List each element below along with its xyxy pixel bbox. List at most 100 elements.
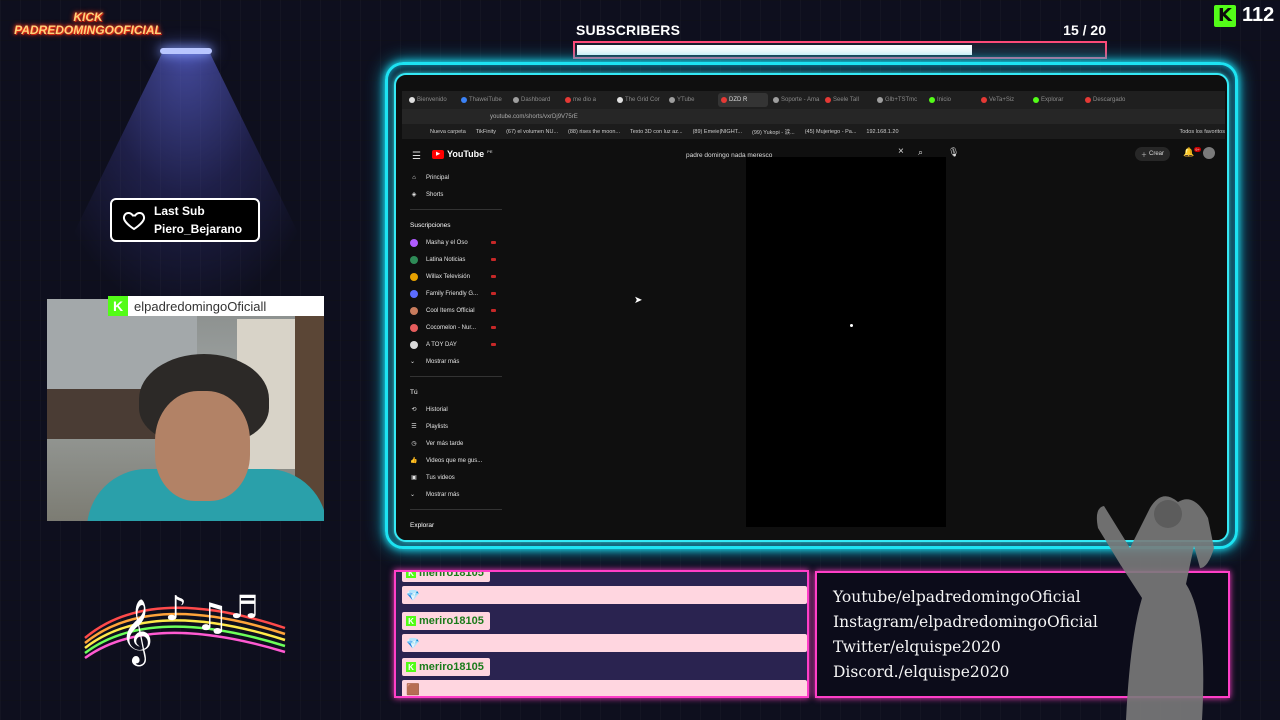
sidebar-item-you[interactable]: ⟲ Historial <box>410 401 502 418</box>
browser-tab-label: Inicio <box>937 97 952 103</box>
chat-username: meriro18105 <box>419 570 484 579</box>
browser-tab[interactable]: Dashboard <box>510 93 560 107</box>
sidebar-item-label: Shorts <box>426 191 444 198</box>
subscription-item[interactable]: Latina Noticias <box>410 251 502 268</box>
sidebar-item-you[interactable]: 👍 Videos que me gus... <box>410 452 502 469</box>
subscription-item[interactable]: Masha y el Oso <box>410 234 502 251</box>
sidebar-item-explore[interactable]: ♪ Música <box>410 534 502 541</box>
address-bar-url: youtube.com/shorts/vxrDj9V75rE <box>490 113 578 120</box>
browser-tab[interactable]: YTube <box>666 93 716 107</box>
chat-username: meriro18105 <box>419 615 484 627</box>
browser-tab[interactable]: VeTa+Siz <box>978 93 1028 107</box>
sidebar-item-label: Tus videos <box>426 474 455 481</box>
channel-avatar <box>410 255 418 264</box>
kick-viewer-count: 112 <box>1242 4 1275 26</box>
chat-user-tag: Kmeriro18105 <box>402 612 490 630</box>
channel-title-line2: PADREDOMINGOOFICIAL <box>14 23 162 37</box>
sidebar-item-label: Historial <box>426 406 448 413</box>
subscription-item[interactable]: Cocomelon - Nur... <box>410 319 502 336</box>
subscription-item[interactable]: Willax Televisión <box>410 268 502 285</box>
create-button[interactable]: ＋ Crear <box>1135 147 1171 161</box>
chat-emote: 💎 <box>406 637 420 650</box>
live-indicator-icon <box>491 275 496 278</box>
bookmark-item[interactable]: (45) Mujeriego - Pa... <box>805 129 857 135</box>
chat-emote: 💎 <box>406 589 420 602</box>
playlists-icon: ☰ <box>411 424 417 430</box>
last-sub-name: Piero_Bejarano <box>154 222 243 236</box>
chat-message-body: 💎 <box>402 586 807 604</box>
sidebar-item-you[interactable]: ◷ Ver más tarde <box>410 435 502 452</box>
channel-avatar <box>410 289 418 298</box>
account-avatar[interactable] <box>1203 147 1215 159</box>
browser-tab[interactable]: Descargado <box>1082 93 1132 107</box>
hamburger-menu-icon[interactable]: ☰ <box>412 151 421 162</box>
chat-username: meriro18105 <box>419 661 484 673</box>
sidebar-item-you[interactable]: ☰ Playlists <box>410 418 502 435</box>
bookmark-item[interactable]: Texto 3D con luz az... <box>630 129 683 135</box>
clear-search-icon[interactable]: × <box>898 146 904 157</box>
browser-tab-label: Descargado <box>1093 97 1126 103</box>
browser-tab-label: The Grid Cor <box>625 97 660 103</box>
watch-later-icon: ◷ <box>411 441 417 447</box>
loading-indicator <box>850 324 853 327</box>
browser-tab[interactable]: Inicio <box>926 93 976 107</box>
you-header[interactable]: Tú <box>410 383 502 401</box>
channel-title: KICK PADREDOMINGOOFICIAL <box>8 11 168 37</box>
browser-tab-label: me dio a <box>573 97 597 103</box>
show-more-button[interactable]: ⌄ Mostrar más <box>410 486 502 503</box>
live-indicator-icon <box>491 258 496 261</box>
browser-tab[interactable]: ThaweiTube <box>458 93 508 107</box>
browser-tab-label: Glb+TSTmc <box>885 97 918 103</box>
sidebar-item-you[interactable]: ▣ Tus videos <box>410 469 502 486</box>
tab-favicon-icon <box>461 97 467 103</box>
subscription-label: Latina Noticias <box>426 256 466 263</box>
sidebar-item-label: Música <box>426 540 445 541</box>
browser-tab[interactable]: Seele Tall <box>822 93 872 107</box>
youtube-logo-text: YouTube <box>447 149 485 159</box>
cam-username-tag: K elpadredomingoOficiall <box>108 296 324 316</box>
bookmark-item[interactable]: (99) Yukopi - 涙... <box>752 128 795 136</box>
kick-logo-icon: K <box>406 616 416 626</box>
sidebar-divider <box>410 209 502 210</box>
notifications-bell-icon[interactable]: 🔔9+ <box>1183 147 1201 158</box>
show-more-button[interactable]: ⌄ Mostrar más <box>410 353 502 370</box>
subscription-label: Family Friendly G... <box>426 290 479 297</box>
bookmark-item[interactable]: (89) Emeie|NIGHT... <box>693 129 742 135</box>
browser-tab[interactable]: The Grid Cor <box>614 93 664 107</box>
bookmark-item[interactable]: Todos los favoritos <box>1179 129 1225 135</box>
shorts-video-player[interactable] <box>746 157 946 527</box>
kick-logo-icon: K <box>108 296 128 316</box>
sidebar-item-shorts[interactable]: ◈ Shorts <box>410 186 502 203</box>
bookmark-item[interactable]: 192.168.1.20 <box>866 129 898 135</box>
browser-tab[interactable]: Soporte - Ama <box>770 93 820 107</box>
browser-tab[interactable]: DZD R <box>718 93 768 107</box>
subscription-item[interactable]: Family Friendly G... <box>410 285 502 302</box>
bookmark-item[interactable]: Nueva carpeta <box>430 129 466 135</box>
tab-favicon-icon <box>617 97 623 103</box>
subscription-item[interactable]: A TOY DAY <box>410 336 502 353</box>
browser-tab[interactable]: me dio a <box>562 93 612 107</box>
subscribers-progress-fill <box>577 45 972 55</box>
browser-tab[interactable]: Glb+TSTmc <box>874 93 924 107</box>
address-bar[interactable]: youtube.com/shorts/vxrDj9V75rE <box>402 109 1225 124</box>
microphone-icon[interactable]: 🎙 <box>948 147 959 158</box>
notifications-badge: 9+ <box>1194 147 1201 152</box>
subscriptions-header[interactable]: Suscripciones <box>410 216 502 234</box>
sidebar-item-label: Videos que me gus... <box>426 457 483 464</box>
cam-username: elpadredomingoOficiall <box>134 298 267 314</box>
browser-tab[interactable]: Bienvenido <box>406 93 456 107</box>
bookmark-item[interactable]: TikFinity <box>476 129 496 135</box>
show-more-label: Mostrar más <box>426 358 460 365</box>
live-indicator-icon <box>491 241 496 244</box>
tab-favicon-icon <box>721 97 727 103</box>
bookmark-item[interactable]: (67) el volumen NU... <box>506 129 558 135</box>
tab-favicon-icon <box>1085 97 1091 103</box>
youtube-logo[interactable]: ▶ YouTube PE <box>432 149 493 159</box>
bookmark-item[interactable]: (88) rises the moon... <box>568 129 620 135</box>
browser-tab[interactable]: Explorar <box>1030 93 1080 107</box>
sidebar-item-principal[interactable]: ⌂ Principal <box>410 169 502 186</box>
subscription-item[interactable]: Cool Items Official <box>410 302 502 319</box>
live-indicator-icon <box>491 326 496 329</box>
shorts-icon: ◈ <box>411 192 417 198</box>
last-sub-panel: Last Sub Piero_Bejarano <box>110 198 260 242</box>
